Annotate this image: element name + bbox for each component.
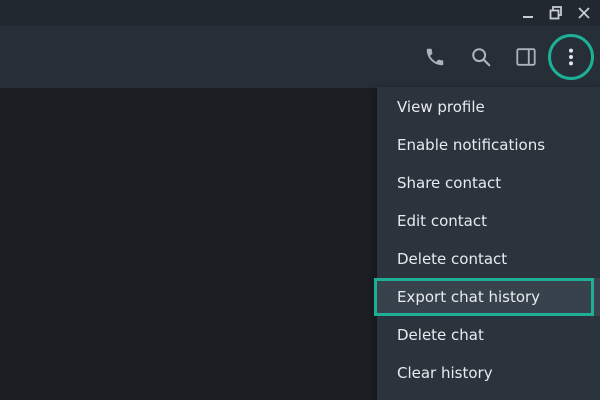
menu-item-delete-chat[interactable]: Delete chat [377, 316, 600, 354]
menu-item-edit-contact[interactable]: Edit contact [377, 202, 600, 240]
context-menu: View profile Enable notifications Share … [377, 87, 600, 400]
restore-icon[interactable] [542, 0, 570, 26]
chat-header [0, 26, 600, 88]
more-vertical-icon[interactable] [551, 37, 591, 77]
menu-item-clear-history[interactable]: Clear history [377, 354, 600, 392]
phone-icon[interactable] [415, 37, 455, 77]
window-titlebar [0, 0, 600, 26]
close-icon[interactable] [570, 0, 598, 26]
menu-item-share-contact[interactable]: Share contact [377, 164, 600, 202]
minimize-icon[interactable] [514, 0, 542, 26]
menu-item-export-chat-history[interactable]: Export chat history [377, 278, 600, 316]
menu-item-view-profile[interactable]: View profile [377, 88, 600, 126]
menu-item-delete-contact[interactable]: Delete contact [377, 240, 600, 278]
sidebar-toggle-icon[interactable] [506, 37, 546, 77]
menu-item-enable-notifications[interactable]: Enable notifications [377, 126, 600, 164]
search-icon[interactable] [461, 37, 501, 77]
